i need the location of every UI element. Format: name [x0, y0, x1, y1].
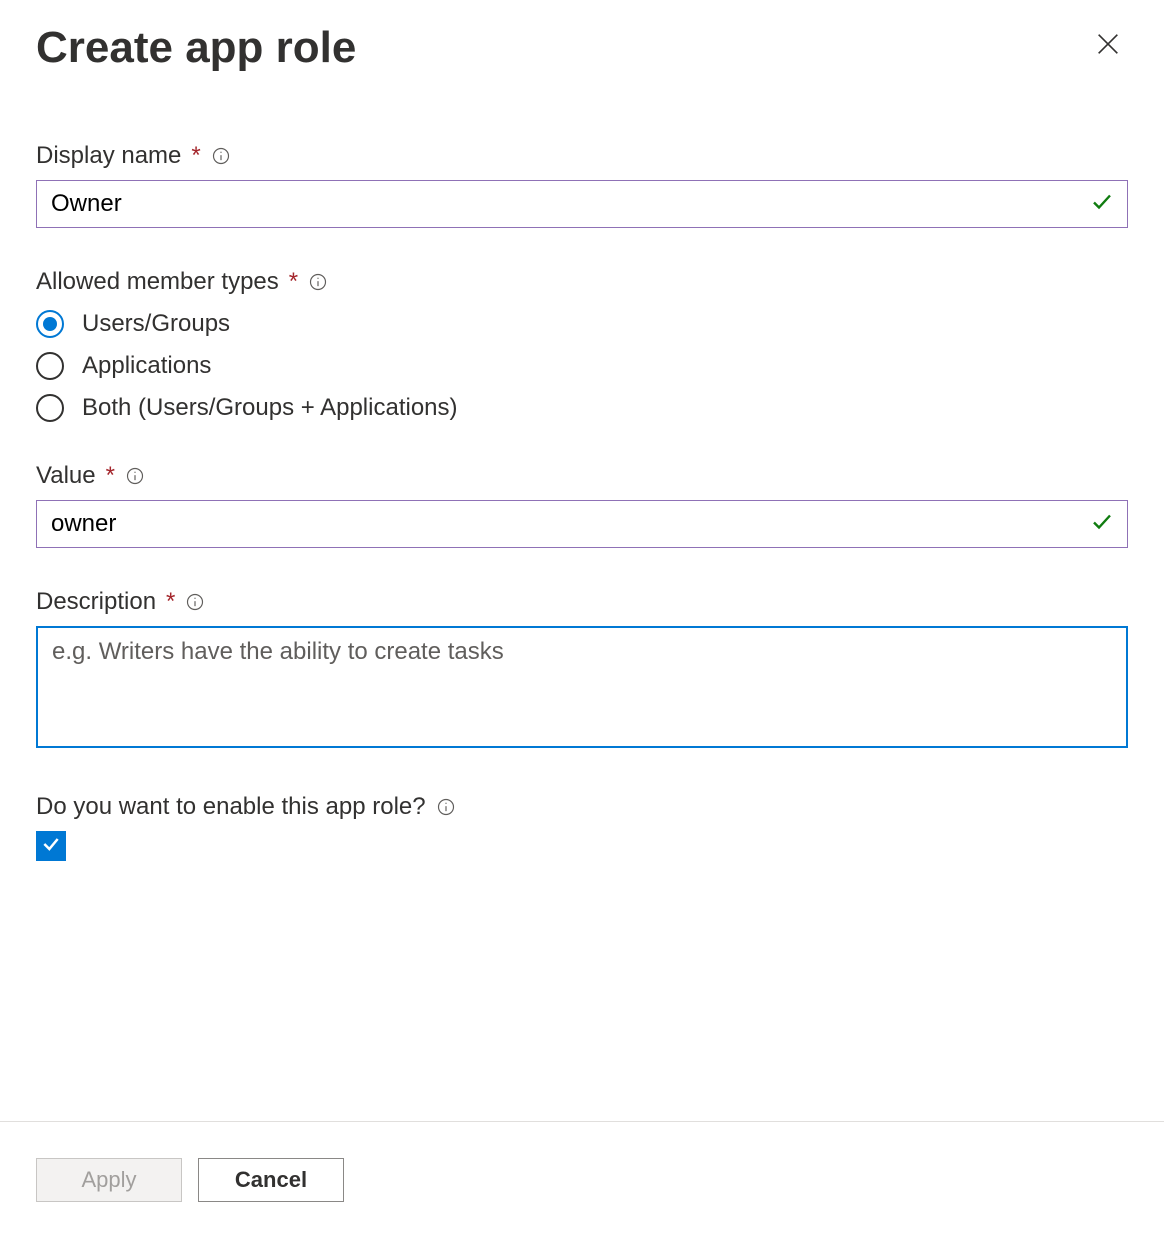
- radio-icon: [36, 352, 64, 380]
- member-types-label: Allowed member types: [36, 268, 279, 296]
- info-icon[interactable]: [125, 466, 145, 486]
- checkmark-icon: [41, 834, 61, 859]
- radio-icon: [36, 310, 64, 338]
- panel-title: Create app role: [36, 24, 356, 72]
- apply-button[interactable]: Apply: [36, 1158, 182, 1202]
- info-icon[interactable]: [211, 146, 231, 166]
- close-icon: [1094, 45, 1122, 62]
- checkmark-icon: [1090, 190, 1114, 219]
- radio-label: Users/Groups: [82, 310, 230, 338]
- radio-label: Both (Users/Groups + Applications): [82, 394, 458, 422]
- info-icon[interactable]: [308, 272, 328, 292]
- radio-label: Applications: [82, 352, 211, 380]
- member-types-radio-group: Users/Groups Applications Both (Users/Gr…: [36, 310, 1128, 422]
- radio-both[interactable]: Both (Users/Groups + Applications): [36, 394, 1128, 422]
- checkmark-icon: [1090, 510, 1114, 539]
- value-input[interactable]: [36, 500, 1128, 548]
- close-button[interactable]: [1088, 24, 1128, 64]
- display-name-input[interactable]: [36, 180, 1128, 228]
- required-asterisk: *: [166, 588, 175, 616]
- radio-users-groups[interactable]: Users/Groups: [36, 310, 1128, 338]
- enable-label: Do you want to enable this app role?: [36, 793, 426, 821]
- footer: Apply Cancel: [0, 1121, 1164, 1238]
- required-asterisk: *: [289, 268, 298, 296]
- display-name-label: Display name: [36, 142, 181, 170]
- cancel-button[interactable]: Cancel: [198, 1158, 344, 1202]
- description-label: Description: [36, 588, 156, 616]
- info-icon[interactable]: [436, 797, 456, 817]
- required-asterisk: *: [106, 462, 115, 490]
- radio-applications[interactable]: Applications: [36, 352, 1128, 380]
- enable-checkbox[interactable]: [36, 831, 66, 861]
- required-asterisk: *: [191, 142, 200, 170]
- description-textarea[interactable]: [36, 626, 1128, 748]
- radio-icon: [36, 394, 64, 422]
- value-label: Value: [36, 462, 96, 490]
- info-icon[interactable]: [185, 592, 205, 612]
